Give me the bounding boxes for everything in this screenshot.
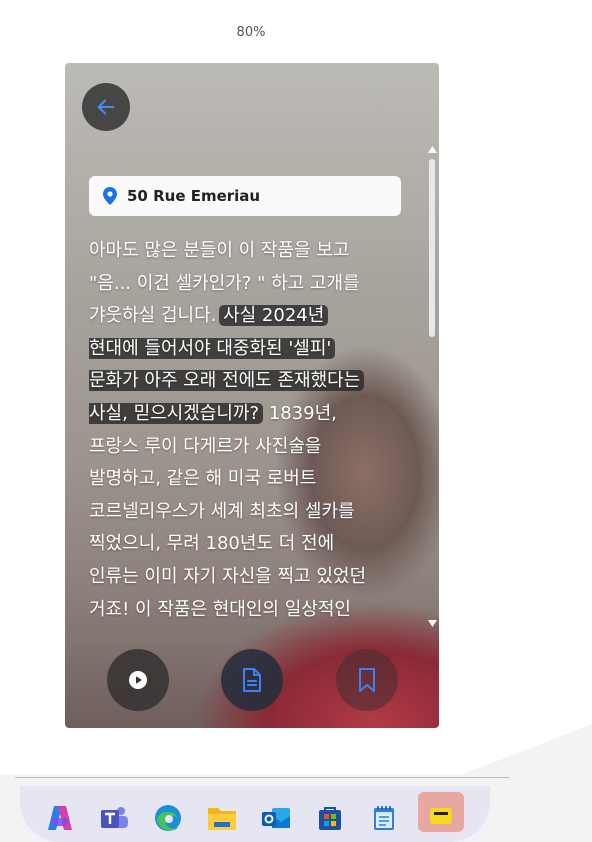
back-button[interactable] [82,83,130,131]
story-text-segment: 프랑스 루이 다게르가 사진술을 [89,435,322,457]
story-line: "음... 이건 셀카인가? " 하고 고개를 [89,268,407,301]
teams-icon[interactable] [98,802,130,834]
teams-glyph [101,807,128,828]
story-line: 거죠! 이 작품은 현대인의 일상적인 [89,594,407,623]
document-button[interactable] [221,649,283,711]
story-line: 인류는 이미 자기 자신을 찍고 있었던 [89,561,407,594]
triangle-down-icon [427,619,437,627]
story-line: 현대에 들어서야 대중화된 '셀피' [89,333,407,366]
phone-frame: 50 Rue Emeriau 아마도 많은 분들이 이 작품을 보고 "음...… [65,63,439,728]
back-arrow-icon [97,99,115,115]
story-text-segment: 찍었으니, 무려 180년도 더 전에 [89,533,335,555]
taskbar-divider [15,777,510,778]
file-explorer-icon[interactable] [206,802,238,834]
edge-icon[interactable] [152,802,184,834]
bookmark-icon [359,668,375,692]
play-icon [129,671,147,689]
story-highlight-segment: 사실, 믿으시겠습니까? [89,402,264,424]
story-line: 코르넬리우스가 세계 최초의 셀카를 [89,496,407,529]
edge-glyph [155,805,181,831]
story-scrollbar[interactable] [426,143,438,629]
location-pill[interactable]: 50 Rue Emeriau [89,176,401,216]
outlook-glyph [262,808,290,828]
story-line: 갸웃하실 겁니다. 사실 2024년 [89,300,407,333]
zoom-level: 80% [236,25,266,40]
story-line: 사실, 믿으시겠습니까? 1839년, [89,398,407,431]
sticky-app-icon[interactable] [418,792,464,832]
location-pin-icon [103,187,117,205]
story-text-segment: 1839년, [263,402,337,424]
story-text-segment: 인류는 이미 자기 자신을 찍고 있었던 [89,565,367,587]
story-highlight-segment: 문화가 아주 오래 전에도 존재했다는 [89,370,365,392]
story-line: 프랑스 루이 다게르가 사진술을 [89,431,407,464]
microsoft-store-icon[interactable] [314,802,346,834]
scroll-thumb[interactable] [429,159,435,337]
story-text-segment: "음... 이건 셀카인가? " 하고 고개를 [89,272,360,294]
story-highlight-segment: 현대에 들어서야 대중화된 '셀피' [89,337,336,359]
bookmark-button[interactable] [336,649,398,711]
scroll-down-button[interactable] [426,617,438,629]
store-glyph [319,807,341,830]
triangle-up-icon [427,145,437,153]
play-button[interactable] [107,649,169,711]
folder-glyph [208,808,236,830]
story-highlight-segment: 사실 2024년 [219,305,329,327]
notepad-icon[interactable] [368,802,400,834]
sticky-glyph [430,808,452,824]
story-line: 문화가 아주 오래 전에도 존재했다는 [89,365,407,398]
outlook-icon[interactable] [260,802,292,834]
story-text-segment: 아마도 많은 분들이 이 작품을 보고 [89,240,350,261]
story-text-segment: 갸웃하실 겁니다. [89,305,223,327]
notepad-glyph [374,806,394,830]
document-icon [243,668,261,692]
story-line: 아마도 많은 분들이 이 작품을 보고 [89,235,407,268]
location-address: 50 Rue Emeriau [127,187,261,205]
story-line: 찍었으니, 무려 180년도 더 전에 [89,528,407,561]
story-line: 발명하고, 같은 해 미국 로버트 [89,463,407,496]
story-text-segment: 거죠! 이 작품은 현대인의 일상적인 [89,598,351,620]
scroll-up-button[interactable] [426,143,438,155]
copilot-icon[interactable] [44,802,76,834]
copilot-glyph [48,806,72,830]
taskbar [20,786,490,842]
story-text-segment: 발명하고, 같은 해 미국 로버트 [89,468,317,490]
story-text-segment: 코르넬리우스가 세계 최초의 셀카를 [89,500,355,522]
scroll-track[interactable] [429,159,435,611]
story-text: 아마도 많은 분들이 이 작품을 보고 "음... 이건 셀카인가? " 하고 … [89,235,407,623]
